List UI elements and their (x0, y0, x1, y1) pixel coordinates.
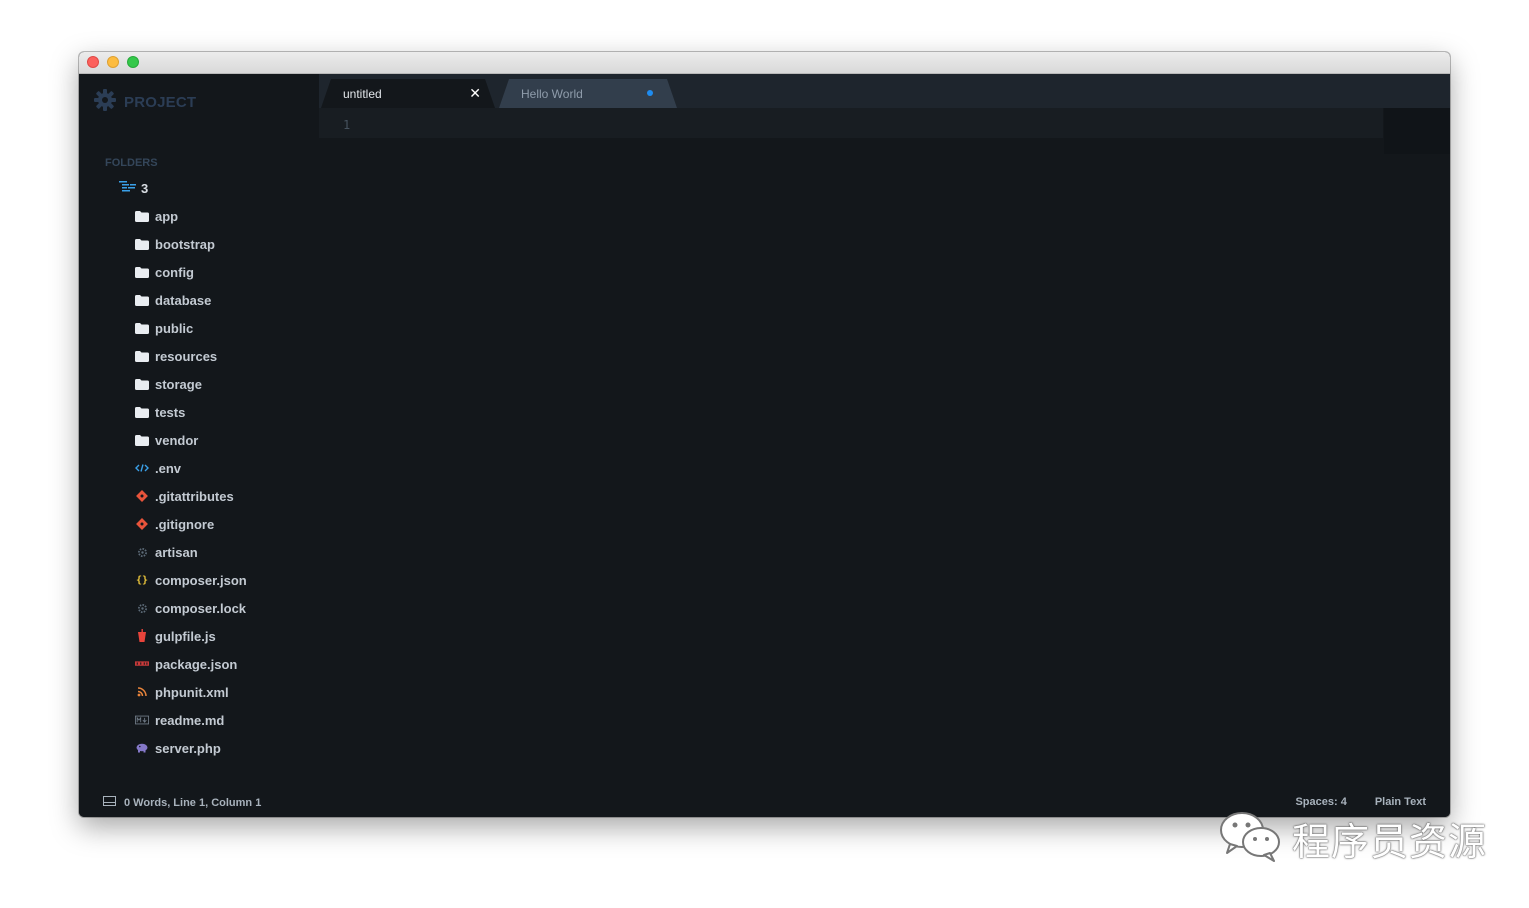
tree-item-label: server.php (155, 740, 221, 756)
tree-item-label: public (155, 320, 194, 336)
tree-item-label: composer.lock (155, 600, 247, 616)
tree-item-label: .gitattributes (155, 488, 234, 504)
git-icon (135, 518, 149, 530)
gear-icon (135, 546, 149, 558)
project-header[interactable]: PROJECT (93, 88, 197, 117)
tree-item-public[interactable]: public (135, 317, 193, 339)
tab-hello-world[interactable]: Hello World (499, 79, 677, 108)
folder-icon (135, 406, 149, 418)
markdown-icon (135, 714, 149, 726)
tree-item-label: readme.md (155, 712, 225, 728)
tree-item-label: gulpfile.js (155, 628, 216, 644)
minimize-window-button[interactable] (107, 56, 119, 68)
tree-item-label: phpunit.xml (155, 684, 229, 700)
tree-item-server[interactable]: server.php (135, 737, 221, 759)
tree-item-env[interactable]: .env (135, 457, 181, 479)
current-line-highlight (319, 108, 1383, 138)
editor-area: untitled ✕ Hello World 1 (319, 74, 1450, 787)
tree-item-label: app (155, 208, 179, 224)
status-left: 0 Words, Line 1, Column 1 (103, 796, 261, 809)
tree-item-label: vendor (155, 432, 199, 448)
title-bar (79, 52, 1450, 74)
root-folder-label: 3 (141, 180, 149, 196)
watermark: 程序员资源 (1218, 808, 1487, 868)
npm-icon (135, 658, 149, 670)
tree-item-package-json[interactable]: package.json (135, 653, 237, 675)
tree-item-gitattributes[interactable]: .gitattributes (135, 485, 234, 507)
tree-item-label: composer.json (155, 572, 247, 588)
tree-item-app[interactable]: app (135, 205, 178, 227)
project-title: PROJECT (124, 93, 197, 111)
code-icon (135, 462, 149, 474)
folder-icon (135, 294, 149, 306)
tree-item-gulpfile[interactable]: gulpfile.js (135, 625, 216, 647)
rss-icon (135, 686, 149, 698)
tree-item-label: storage (155, 376, 202, 392)
tree-item-config[interactable]: config (135, 261, 194, 283)
tab-label: Hello World (521, 87, 583, 101)
editor-window: PROJECT FOLDERS 3 app bootstrap config d… (79, 52, 1450, 817)
tree-item-tests[interactable]: tests (135, 401, 185, 423)
tree-root-folder[interactable]: 3 (119, 177, 148, 199)
folders-label: FOLDERS (105, 157, 158, 169)
tab-bar: untitled ✕ Hello World (319, 74, 1450, 108)
tree-item-label: bootstrap (155, 236, 215, 252)
tree-item-vendor[interactable]: vendor (135, 429, 198, 451)
tree-item-artisan[interactable]: artisan (135, 541, 198, 563)
project-sidebar: PROJECT FOLDERS 3 app bootstrap config d… (79, 74, 319, 787)
tree-item-label: tests (155, 404, 186, 420)
folder-icon (135, 266, 149, 278)
folder-icon (135, 350, 149, 362)
tree-item-label: resources (155, 348, 218, 364)
tree-item-label: .gitignore (155, 516, 215, 532)
syntax-setting[interactable]: Plain Text (1375, 796, 1426, 808)
braces-icon: {} (135, 574, 149, 586)
minimap[interactable] (1384, 108, 1450, 154)
folder-icon (135, 210, 149, 222)
tree-item-label: config (155, 264, 194, 280)
gear-icon (93, 88, 117, 117)
gear-icon (135, 602, 149, 614)
panel-toggle-icon[interactable] (103, 796, 116, 809)
folder-open-icon (119, 179, 137, 197)
tree-item-composer-lock[interactable]: composer.lock (135, 597, 246, 619)
folder-icon (135, 434, 149, 446)
tree-item-label: artisan (155, 544, 198, 560)
tree-item-label: .env (155, 460, 182, 476)
wechat-icon (1218, 808, 1284, 869)
tree-item-database[interactable]: database (135, 289, 211, 311)
git-icon (135, 490, 149, 502)
line-number: 1 (343, 118, 351, 132)
elephant-icon (135, 742, 149, 754)
folder-icon (135, 238, 149, 250)
status-right: Spaces: 4 Plain Text (1295, 796, 1426, 808)
tree-item-readme[interactable]: readme.md (135, 709, 224, 731)
tab-untitled[interactable]: untitled ✕ (321, 79, 495, 108)
status-position: 0 Words, Line 1, Column 1 (124, 796, 262, 809)
close-tab-icon[interactable]: ✕ (469, 85, 481, 102)
tree-item-label: package.json (155, 656, 238, 672)
folder-icon (135, 322, 149, 334)
tree-item-resources[interactable]: resources (135, 345, 217, 367)
maximize-window-button[interactable] (127, 56, 139, 68)
tree-item-gitignore[interactable]: .gitignore (135, 513, 214, 535)
watermark-text: 程序员资源 (1292, 819, 1488, 864)
folder-icon (135, 378, 149, 390)
tab-label: untitled (343, 87, 382, 101)
tree-item-storage[interactable]: storage (135, 373, 202, 395)
tree-item-label: database (155, 292, 212, 308)
indentation-setting[interactable]: Spaces: 4 (1295, 796, 1346, 808)
gulp-icon (135, 629, 149, 642)
tree-item-composer-json[interactable]: {} composer.json (135, 569, 247, 591)
tree-item-bootstrap[interactable]: bootstrap (135, 233, 215, 255)
tree-item-phpunit[interactable]: phpunit.xml (135, 681, 229, 703)
modified-dot-icon[interactable] (647, 90, 653, 96)
close-window-button[interactable] (87, 56, 99, 68)
